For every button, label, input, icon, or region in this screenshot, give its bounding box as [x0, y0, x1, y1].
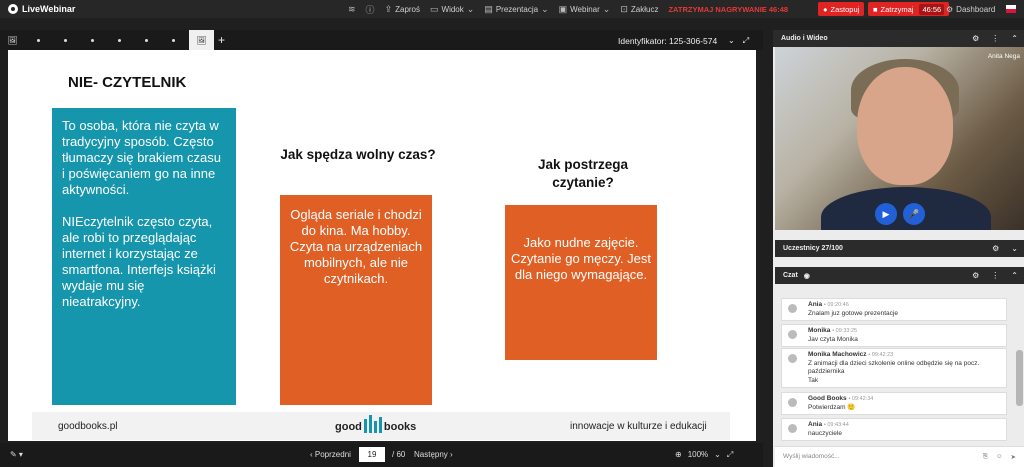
bottom-toolbar: ✎ ▾ ‹ Poprzedni / 60 Następny › ⊕ 100% ⌄… — [0, 443, 763, 467]
avatar — [788, 354, 797, 363]
room-identifier: Identyfikator: 125-306-574 — [618, 36, 718, 46]
chat-messages: Ania • 09:20:46 Znalam juz gotowe prezen… — [775, 284, 1015, 446]
avatar — [788, 398, 797, 407]
avatar — [788, 424, 797, 433]
wifi-icon[interactable]: ≋ — [348, 4, 356, 15]
chat-scrollbar[interactable] — [1016, 350, 1023, 406]
chevron-up-icon[interactable]: ⌃ — [1011, 271, 1018, 280]
active-image-tab-icon[interactable]: 🖼 — [189, 30, 214, 50]
zoom-controls: ⊕ 100% ⌄ ⤢ — [675, 450, 733, 460]
presentation-toolbar-icons: ⌄ ⤢ — [728, 36, 749, 46]
lock-icon: ⊡ — [620, 3, 628, 14]
chevron-down-icon[interactable]: ⌄ — [728, 36, 735, 46]
books-bars-icon — [363, 415, 382, 433]
recording-status[interactable]: ZATRZYMAJ NAGRYWANIE 46:48 — [668, 5, 788, 14]
gear-icon[interactable]: ⚙ — [972, 34, 979, 43]
free-time-box: Ogląda seriale i chodzi do kina. Ma hobb… — [280, 195, 432, 405]
slide-title: NIE- CZYTELNIK — [68, 74, 187, 91]
zoom-level[interactable]: 100% — [688, 450, 708, 460]
language-flag-icon[interactable] — [1006, 5, 1016, 13]
app-logo[interactable]: LiveWebinar — [8, 4, 75, 14]
image-tab-icon[interactable]: 🖼 — [0, 30, 25, 50]
chat-avatar-icon[interactable]: ◉ — [804, 272, 810, 280]
presentation-icon: ▤ — [484, 3, 493, 14]
pen-icon[interactable]: ✎ ▾ — [10, 450, 23, 459]
invite-button[interactable]: ⇪ Zaproś — [385, 4, 420, 15]
invite-icon: ⇪ — [384, 3, 393, 14]
next-button[interactable]: Następny › — [414, 450, 453, 459]
chat-message: Ania • 09:43:44 nauczyciele — [781, 418, 1007, 441]
more-icon[interactable]: ⋮ — [991, 34, 999, 43]
top-nav: ≋ ⓘ ⇪ Zaproś ▭ Widok ⌄ ▤ Prezentacja ⌄ ▣ Webin… — [348, 0, 788, 18]
audio-video-header: Audio i Wideo ⚙ ⋮ ⌃ — [773, 30, 1024, 47]
chat-input[interactable]: Wyślij wiadomość... ⎘ ☺ ➤ — [775, 446, 1024, 467]
page-number-input[interactable] — [359, 447, 385, 462]
leave-button[interactable]: ● Zastopuj — [818, 2, 865, 16]
zoom-icon[interactable]: ⊕ — [675, 450, 682, 460]
chevron-down-icon[interactable]: ⌄ — [1011, 244, 1018, 253]
top-bar: LiveWebinar ≋ ⓘ ⇪ Zaproś ▭ Widok ⌄ ▤ Prezent… — [0, 0, 1024, 18]
participants-header[interactable]: Uczestnicy 27/100 ⚙ ⌄ — [775, 240, 1024, 257]
definition-text-2: NIEczytelnik często czyta, ale robi to p… — [62, 214, 216, 309]
slide-footer: goodbooks.pl good books innowacje w kult… — [32, 412, 730, 440]
goodbooks-logo: good books — [335, 415, 416, 433]
chevron-up-icon[interactable]: ⌃ — [1011, 34, 1018, 43]
reading-perception-box: Jako nudne zajęcie. Czytanie go męczy. J… — [505, 205, 657, 360]
footer-tagline: innowacje w kulturze i edukacji — [570, 420, 707, 432]
gear-icon[interactable]: ⚙ — [972, 271, 979, 280]
send-icon[interactable]: ➤ — [1011, 453, 1016, 461]
gear-icon[interactable]: ⚙ — [992, 244, 999, 253]
question-reading: Jak postrzega czytanie? — [537, 157, 629, 190]
microphone-icon[interactable]: 🎤 — [903, 203, 925, 225]
page-count: / 60 — [392, 450, 406, 459]
chat-message: Monika • 09:33:25 Jav czyta Monika — [781, 324, 1007, 347]
record-icon: ● — [823, 4, 828, 14]
session-timer: 46:56 — [919, 3, 945, 15]
webcam-video: Anita Nega — [775, 47, 1024, 230]
camera-icon[interactable]: ▶ — [875, 203, 897, 225]
tab-dot[interactable] — [160, 30, 187, 50]
expand-icon[interactable]: ⤢ — [727, 450, 733, 460]
previous-button[interactable]: ‹ Poprzedni — [310, 450, 351, 459]
webinar-menu[interactable]: ▣ Webinar ⌄ — [559, 4, 611, 15]
webinar-icon: ▣ — [558, 3, 568, 14]
dashboard-link[interactable]: ⚙ Dashboard — [946, 0, 995, 18]
more-icon[interactable]: ⋮ — [991, 271, 999, 280]
logo-icon — [8, 4, 18, 14]
view-icon: ▭ — [430, 3, 439, 14]
chat-header: Czat ◉ ⚙ ⋮ ⌃ — [775, 267, 1024, 284]
definition-box: To osoba, która nie czyta w tradycyjny s… — [52, 108, 236, 405]
presentation-slide: NIE- CZYTELNIK To osoba, która nie czyta… — [8, 50, 756, 441]
avatar — [788, 304, 797, 313]
presentation-menu[interactable]: ▤ Prezentacja ⌄ — [484, 4, 548, 15]
fullscreen-icon[interactable]: ⤢ — [743, 36, 749, 46]
emoji-icon[interactable]: ☺ — [996, 453, 1003, 461]
footer-website: goodbooks.pl — [58, 420, 118, 432]
gear-icon: ⚙ — [946, 4, 954, 14]
add-tab-icon[interactable]: + — [218, 33, 225, 47]
tab-dot[interactable] — [79, 30, 106, 50]
avatar — [788, 330, 797, 339]
chat-message: Good Books • 09:42:34 Potwierdzam 🙂 — [781, 392, 1007, 415]
tab-dot[interactable] — [25, 30, 52, 50]
stop-icon: ■ — [873, 4, 878, 14]
question-free-time: Jak spędza wolny czas? — [280, 147, 436, 162]
chat-message: Ania • 09:20:46 Znalam juz gotowe prezen… — [781, 298, 1007, 321]
chevron-down-icon[interactable]: ⌄ — [714, 450, 721, 460]
video-participant-name: Anita Nega — [987, 53, 1020, 60]
view-menu[interactable]: ▭ Widok ⌄ — [430, 4, 474, 15]
app-name: LiveWebinar — [22, 4, 76, 14]
definition-text-1: To osoba, która nie czyta w tradycyjny s… — [62, 118, 221, 197]
info-icon[interactable]: ⓘ — [366, 3, 375, 16]
stop-button[interactable]: ■ Zatrzymaj 46:56 — [868, 2, 950, 16]
tab-dot[interactable] — [52, 30, 79, 50]
attachment-icon[interactable]: ⎘ — [983, 453, 988, 461]
tab-dot[interactable] — [133, 30, 160, 50]
tab-dot[interactable] — [106, 30, 133, 50]
close-room-button[interactable]: ⊡ Zakłucz — [620, 4, 658, 15]
chat-message: Monika Machowicz • 09:42:23 Z animacji d… — [781, 348, 1007, 388]
